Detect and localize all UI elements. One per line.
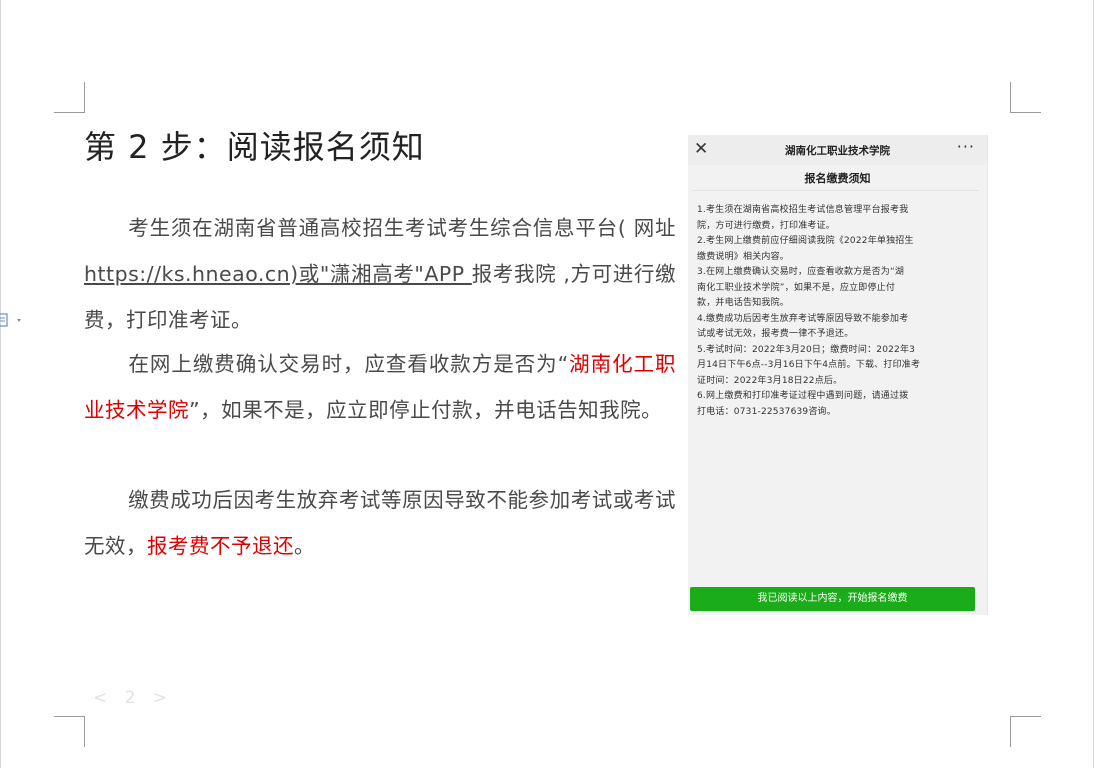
crop-mark-top-right: [1010, 82, 1041, 113]
notice-line: 2.考生网上缴费前应仔细阅读我院《2022年单独招生: [697, 236, 914, 246]
more-icon[interactable]: ···: [957, 137, 975, 156]
phone-title-bar: ✕ 湖南化工职业技术学院 ···: [688, 135, 987, 165]
notice-line: 4.缴费成功后因考生放弃考试等原因导致不能参加考: [697, 313, 909, 324]
notice-line: 5.考试时间：2022年3月20日；缴费时间：2022年3: [697, 344, 916, 355]
paragraph-payment: 在网上缴费确认交易时，应查看收款方是否为“湖南化工职业技术学院”，如果不是，应立…: [84, 341, 676, 433]
notice-line: 1.考生须在湖南省高校招生考试信息管理平台报考我: [697, 205, 909, 215]
crop-mark-bottom-right: [1010, 716, 1041, 747]
notice-line: 缴费说明》相关内容。: [697, 251, 790, 262]
phone-subtitle: 报名缴费须知: [804, 172, 871, 185]
layout-options-icon[interactable]: [0, 312, 26, 328]
notice-line: 6.网上缴费和打印准考证过程中遇到问题，请通过拨: [697, 391, 909, 401]
platform-link[interactable]: https://ks.hneao.cn)或"潇湘高考"APP: [84, 262, 472, 286]
notice-line: 打电话：0731-22537639咨询。: [697, 406, 836, 417]
paragraph-text: 。: [294, 534, 315, 558]
paragraph-text: ”，如果不是，应立即停止付款，并电话告知我院。: [189, 398, 663, 422]
crop-mark-bottom-left: [54, 716, 85, 747]
notice-line: 院，方可进行缴费，打印准考证。: [697, 220, 836, 231]
paragraph-text: 考生须在湖南省普通高校招生考试考生综合信息平台( 网址: [128, 216, 676, 240]
page-left-border: [0, 0, 1, 768]
crop-mark-top-left: [54, 82, 85, 113]
no-refund-highlight: 报考费不予退还: [147, 534, 294, 558]
notice-line: 3.在网上缴费确认交易时，应查看收款方是否为“湖: [697, 267, 905, 277]
notice-line: 南化工职业技术学院”，如果不是，应立即停止付: [697, 282, 896, 293]
notice-line: 证时间：2022年3月18日22点后。: [697, 375, 843, 386]
paragraph-platform: 考生须在湖南省普通高校招生考试考生综合信息平台( 网址 https://ks.h…: [84, 205, 676, 343]
paragraph-refund: 缴费成功后因考生放弃考试等原因导致不能参加考试或考试无效，报考费不予退还。: [84, 477, 676, 569]
notice-line: 月14日下午6点--3月16日下午4点前。下载、打印准考: [697, 360, 921, 370]
phone-title: 湖南化工职业技术学院: [785, 145, 890, 157]
start-registration-button[interactable]: 我已阅读以上内容，开始报名缴费: [690, 587, 975, 611]
page-title: 第 2 步：阅读报名须知: [84, 128, 425, 166]
notice-line: 款，并电话告知我院。: [697, 298, 790, 308]
page-number: < 2 >: [93, 688, 174, 708]
phone-screenshot: ✕ 湖南化工职业技术学院 ··· 报名缴费须知 1.考生须在湖南省高校招生考试信…: [688, 135, 988, 615]
paragraph-text: 在网上缴费确认交易时，应查看收款方是否为“: [128, 352, 569, 376]
notice-line: 试或考试无效，报考费一律不予退还。: [697, 329, 854, 339]
divider: [692, 190, 979, 191]
notice-body: 1.考生须在湖南省高校招生考试信息管理平台报考我 院，方可进行缴费，打印准考证。…: [697, 203, 969, 420]
